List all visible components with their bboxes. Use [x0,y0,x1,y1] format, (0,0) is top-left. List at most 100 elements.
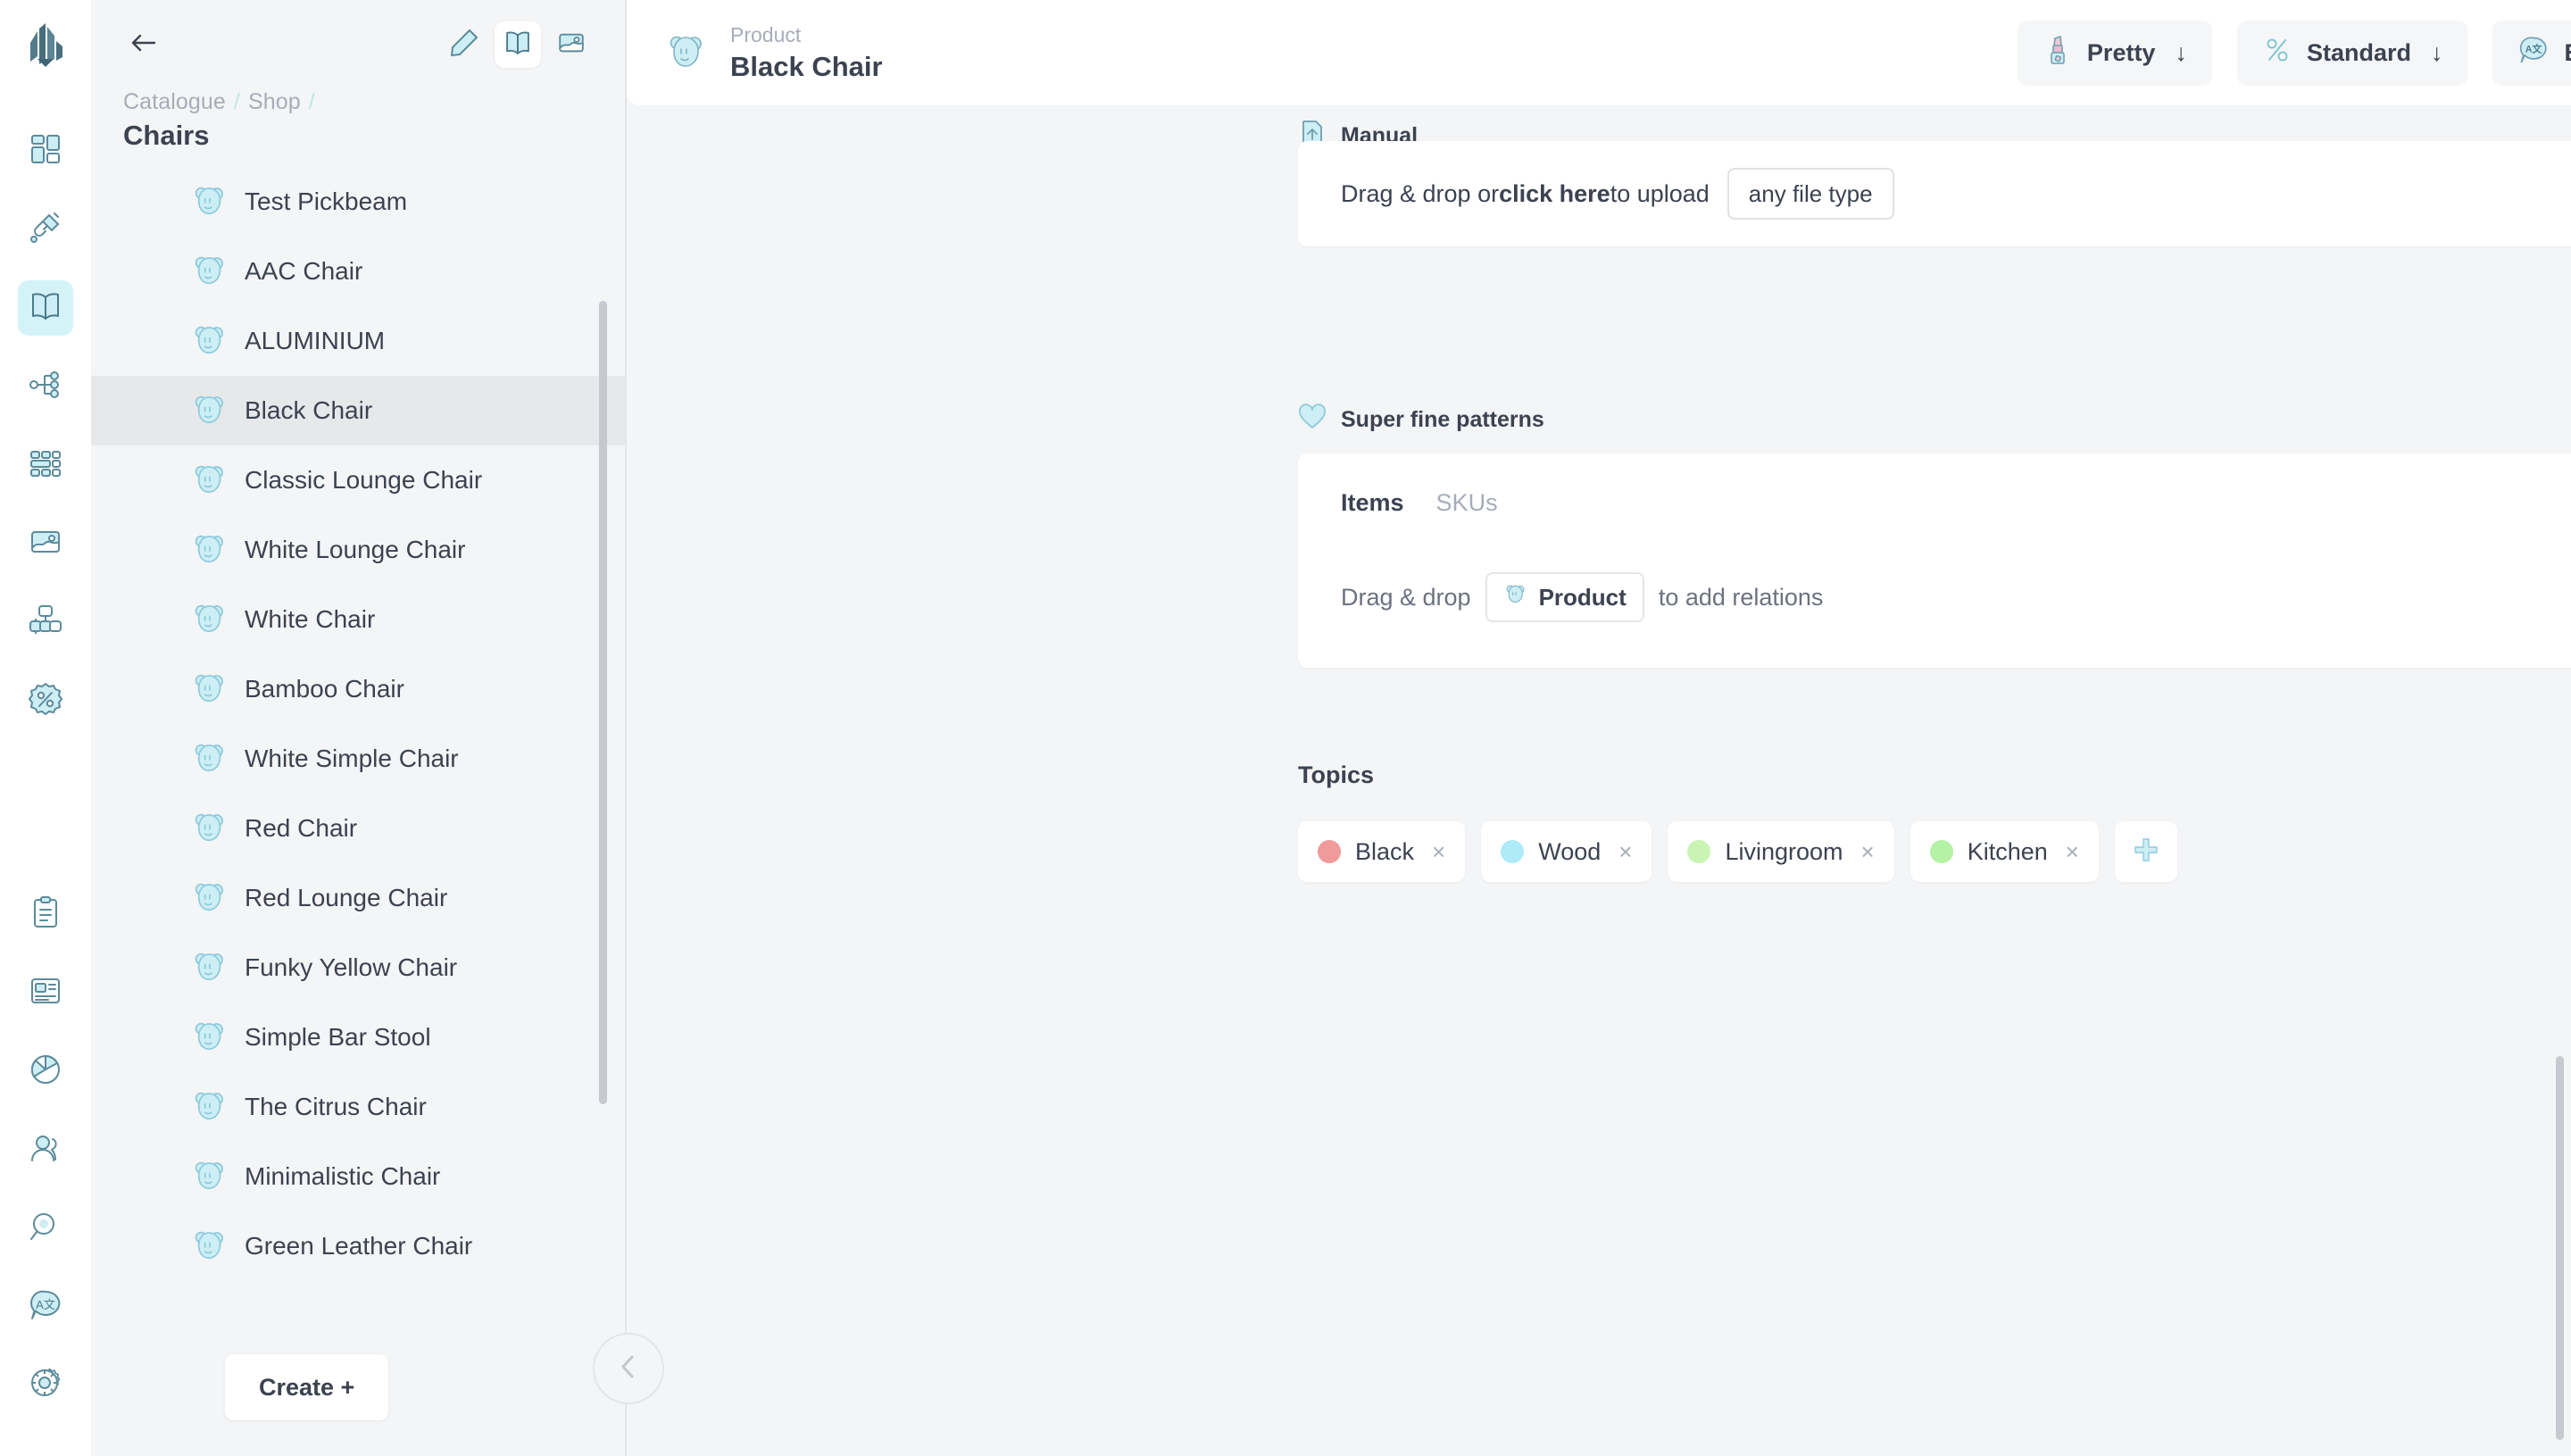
search-icon [28,1209,63,1249]
catalogue-item-list[interactable]: Test Pickbeam AAC Chair ALUMINIUM Black Cha… [91,167,625,1354]
list-panel-view-actions [441,21,595,68]
breadcrumb-item-shop[interactable]: Shop [248,89,301,115]
list-item[interactable]: Classic Lounge Chair [91,445,625,515]
translate-icon: A文 [28,1287,63,1327]
sidebar-item-search[interactable] [18,1201,73,1256]
sidebar-item-dashboard[interactable] [18,123,73,179]
list-item[interactable]: Minimalistic Chair [91,1142,625,1211]
list-item[interactable]: Test Pickbeam [91,167,625,237]
page-title: Chairs [123,120,210,151]
list-item[interactable]: ALUMINIUM [91,306,625,376]
product-relation-chip[interactable]: Product [1485,572,1644,622]
sidebar-item-customers[interactable] [18,1122,73,1177]
list-item[interactable]: Red Lounge Chair [91,863,625,933]
customers-icon [28,1130,63,1170]
sidebar-item-catalogue[interactable] [18,280,73,336]
sidebar-item-blocks[interactable] [18,437,73,493]
sidebar-item-analytics[interactable] [18,1044,73,1099]
topic-chip[interactable]: Black × [1298,821,1466,882]
sidebar-item-content[interactable] [18,965,73,1020]
list-item[interactable]: Bamboo Chair [91,654,625,724]
sidebar-item-organisation[interactable] [18,595,73,650]
list-item[interactable]: Red Chair [91,794,625,863]
list-scrollbar-thumb[interactable] [599,301,607,1104]
list-item[interactable]: Simple Bar Stool [91,1003,625,1072]
edit-mode-button[interactable] [441,21,487,68]
topic-chip[interactable]: Livingroom × [1668,821,1894,882]
list-item-label: The Citrus Chair [245,1093,427,1120]
list-item[interactable]: Black Chair [91,376,625,445]
list-item[interactable]: AAC Chair [91,237,625,306]
add-topic-button[interactable] [2114,821,2177,882]
language-selector-button[interactable]: A文 English ↓ [2492,20,2571,86]
catalogue-book-icon [28,288,63,329]
variant-selector-button[interactable]: Standard ↓ [2236,20,2468,86]
media-view-button[interactable] [548,21,595,68]
relations-dropzone[interactable]: Drag & drop Product to add relations [1341,572,2571,622]
plug-integrations-icon [28,210,63,250]
file-type-button[interactable]: any file type [1726,168,1894,220]
list-item[interactable]: Funky Yellow Chair [91,933,625,1003]
upload-click-here-link[interactable]: click here [1499,180,1610,208]
super-fine-patterns-title: Super fine patterns [1341,407,1544,432]
list-item-label: White Chair [245,605,376,633]
collapse-panel-button[interactable] [593,1333,664,1404]
product-mouse-avatar-icon [189,461,230,500]
list-scroll-track [599,301,616,1292]
sidebar-item-settings[interactable] [18,1358,73,1413]
sidebar-item-media[interactable] [18,516,73,571]
list-item[interactable]: White Chair [91,585,625,654]
arrow-left-icon [126,25,162,65]
shape-selector-button[interactable]: Pretty ↓ [2017,20,2212,86]
close-icon[interactable]: × [2066,838,2079,866]
sidebar-item-structure[interactable] [18,359,73,414]
product-mouse-avatar-icon [189,1018,230,1057]
catalogue-view-button[interactable] [495,21,541,68]
app-root: A文 Catalogue / Shop / Chairs Test Pickbe… [0,0,2571,1456]
manual-upload-card[interactable]: Drag & drop or click here to upload any … [1298,141,2571,246]
close-icon[interactable]: × [1618,838,1632,866]
chevron-left-icon [613,1352,644,1386]
sidebar-item-languages[interactable]: A文 [18,1279,73,1335]
svg-text:A文: A文 [36,1298,55,1311]
tab-items[interactable]: Items [1341,489,1404,517]
list-item[interactable]: White Simple Chair [91,724,625,794]
sidebar-item-integrations[interactable] [18,202,73,257]
upload-suffix: to upload [1610,179,1710,207]
svg-text:A文: A文 [2525,43,2542,54]
list-item[interactable]: White Lounge Chair [91,515,625,585]
heart-icon [1298,404,1327,437]
product-mouse-avatar-icon [189,670,230,709]
rail-main-group [18,123,73,752]
topic-color-dot [1687,840,1711,863]
topbar-actions: Pretty ↓ Standard ↓ A文 [2017,20,2571,86]
percent-icon [2262,35,2292,71]
product-mouse-avatar-icon [189,182,230,221]
media-image-icon [556,28,587,62]
product-mouse-avatar-icon [189,252,230,291]
plus-icon [2133,836,2159,868]
sidebar-item-orders[interactable] [18,886,73,942]
topbar-item-text: Product Black Chair [730,22,883,83]
product-mouse-avatar-icon [189,1087,230,1127]
list-item-label: Bamboo Chair [245,675,404,703]
lipstick-icon [2043,35,2073,71]
list-item-label: Red Lounge Chair [245,884,448,911]
list-item[interactable]: The Citrus Chair [91,1072,625,1142]
topic-chip[interactable]: Wood × [1481,821,1652,882]
sidebar-item-discounts[interactable] [18,673,73,728]
create-button[interactable]: Create + [225,1354,389,1420]
pickbeam-logo-icon[interactable] [18,20,73,75]
close-icon[interactable]: × [1861,838,1875,866]
product-mouse-avatar-icon [189,600,230,639]
topic-chip[interactable]: Kitchen × [1910,821,2099,882]
main-scrollbar-thumb[interactable] [2556,1056,2564,1440]
tab-skus[interactable]: SKUs [1436,489,1498,517]
breadcrumb-separator: / [233,89,240,114]
topic-chip-label: Wood [1538,837,1602,865]
close-icon[interactable]: × [1432,838,1445,866]
back-button[interactable] [121,22,166,67]
breadcrumb-item-catalogue[interactable]: Catalogue [123,89,226,115]
list-item[interactable]: Green Leather Chair [91,1211,625,1281]
list-item-label: ALUMINIUM [245,327,386,354]
